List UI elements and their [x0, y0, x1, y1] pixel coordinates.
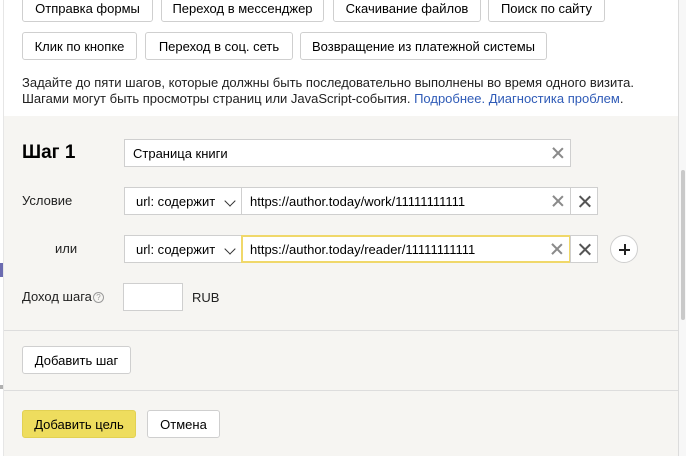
condition-type-value: url: содержит [136, 241, 216, 257]
add-goal-button[interactable]: Добавить цель [22, 410, 136, 438]
or-label: или [55, 241, 78, 256]
condition-type-select[interactable]: url: содержит [124, 235, 242, 263]
remove-condition-button[interactable] [570, 235, 598, 263]
add-condition-button[interactable] [610, 235, 638, 263]
clear-icon[interactable] [552, 147, 564, 159]
scrollbar-thumb[interactable] [681, 170, 685, 320]
more-link[interactable]: Подробнее. [414, 91, 485, 106]
step-title: Шаг 1 [22, 142, 76, 163]
description-line1: Задайте до пяти шагов, которые должны бы… [22, 75, 634, 90]
step-name-input[interactable]: Страница книги [124, 139, 571, 167]
clear-icon[interactable] [552, 195, 564, 207]
left-marker [0, 263, 3, 277]
goal-form: Отправка формы Переход в мессенджер Скач… [0, 0, 686, 456]
event-type-button-click-button[interactable]: Клик по кнопке [22, 32, 137, 60]
chevron-down-icon [224, 195, 236, 207]
steps-description: Задайте до пяти шагов, которые должны бы… [22, 75, 662, 107]
description-period: . [619, 91, 624, 106]
revenue-label: Доход шага [22, 289, 92, 304]
chevron-down-icon [224, 243, 236, 255]
add-step-button[interactable]: Добавить шаг [22, 346, 131, 374]
step-panel [4, 116, 678, 456]
event-type-messenger-button[interactable]: Переход в мессенджер [161, 0, 324, 22]
condition-label: Условие [22, 193, 73, 208]
condition-url-input[interactable]: https://author.today/reader/11111111111 [241, 235, 571, 263]
left-marker [0, 385, 3, 389]
divider [4, 390, 678, 391]
divider [4, 330, 678, 331]
event-type-form-submit-button[interactable]: Отправка формы [22, 0, 153, 22]
condition-type-select[interactable]: url: содержит [124, 187, 242, 215]
diagnostics-link[interactable]: Диагностика проблем [489, 91, 620, 106]
event-type-file-download-button[interactable]: Скачивание файлов [333, 0, 481, 22]
condition-type-value: url: содержит [136, 193, 216, 209]
condition-url-value: https://author.today/work/11111111111 [250, 193, 466, 209]
cancel-button[interactable]: Отмена [147, 410, 220, 438]
step-name-value: Страница книги [133, 145, 228, 161]
revenue-input[interactable] [123, 283, 183, 311]
currency-label: RUB [192, 290, 220, 305]
description-line2: Шагами могут быть просмотры страниц или … [22, 91, 411, 106]
help-icon[interactable]: ? [93, 292, 104, 303]
event-type-site-search-button[interactable]: Поиск по сайту [488, 0, 605, 22]
scrollbar[interactable] [678, 0, 686, 456]
condition-url-input[interactable]: https://author.today/work/11111111111 [241, 187, 571, 215]
remove-condition-button[interactable] [570, 187, 598, 215]
condition-url-value: https://author.today/reader/11111111111 [250, 241, 476, 257]
clear-icon[interactable] [551, 243, 563, 255]
event-type-payment-return-button[interactable]: Возвращение из платежной системы [300, 32, 547, 60]
event-type-social-network-button[interactable]: Переход в соц. сеть [145, 32, 293, 60]
